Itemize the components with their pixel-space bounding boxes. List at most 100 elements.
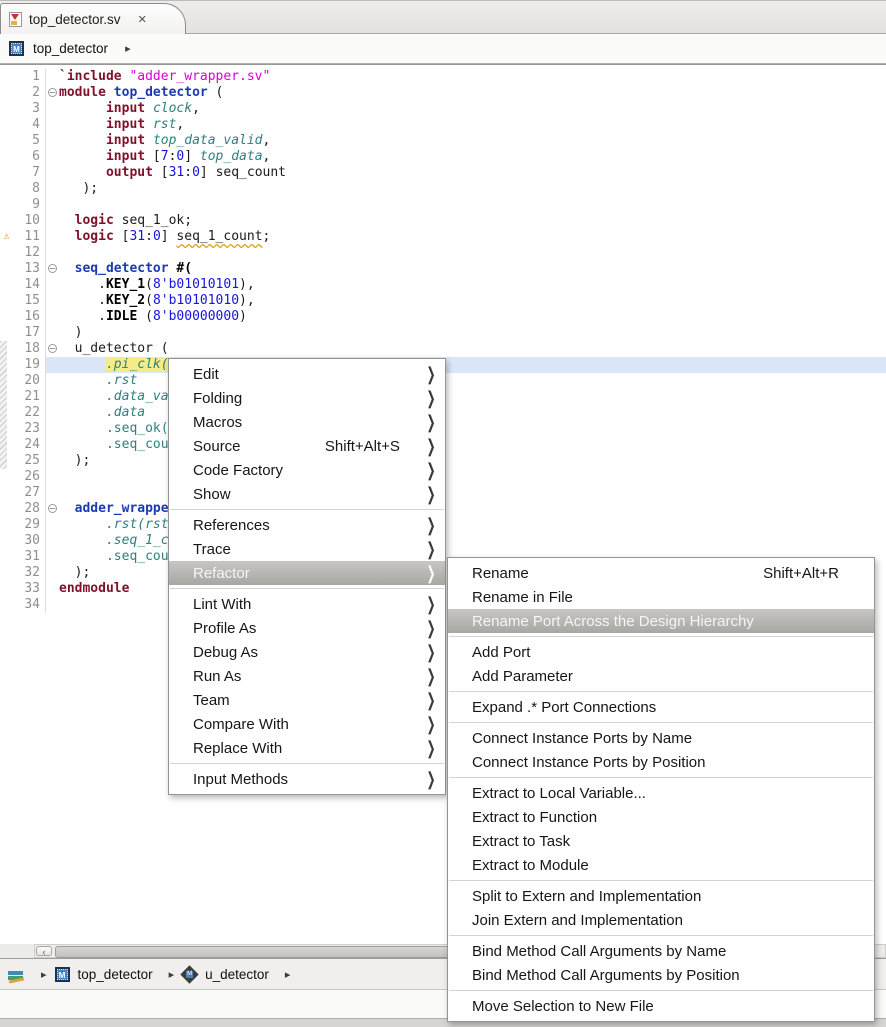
menu-item-rename[interactable]: RenameShift+Alt+R [448,561,874,585]
breadcrumb-item-top-detector[interactable]: top_detector [78,967,153,982]
code-line[interactable]: 10 logic seq_1_ok; [0,213,886,229]
code-line[interactable]: 6 input [7:0] top_data, [0,149,886,165]
tab-close-icon[interactable]: ✕ [138,13,147,26]
menu-item-bind-method-call-arguments-by-name[interactable]: Bind Method Call Arguments by Name [448,939,874,963]
menu-item-replace-with[interactable]: Replace With❯ [169,736,445,760]
submenu-arrow-icon: ❯ [426,436,435,457]
menu-item-extract-to-local-variable[interactable]: Extract to Local Variable... [448,781,874,805]
menu-item-split-to-extern-and-implementation[interactable]: Split to Extern and Implementation [448,884,874,908]
menu-item-code-factory[interactable]: Code Factory❯ [169,458,445,482]
code-text[interactable]: ) [59,325,886,341]
code-line[interactable]: 7 output [31:0] seq_count [0,165,886,181]
menu-item-show[interactable]: Show❯ [169,482,445,506]
context-menu: Edit❯Folding❯Macros❯SourceShift+Alt+S❯Co… [168,358,446,795]
code-line[interactable]: 18– u_detector ( [0,341,886,357]
code-text[interactable]: ); [59,181,886,197]
menu-item-edit[interactable]: Edit❯ [169,362,445,386]
fold-gutter [45,453,59,469]
code-line[interactable]: 16 .IDLE (8'b00000000) [0,309,886,325]
code-line[interactable]: 9 [0,197,886,213]
menu-item-extract-to-task[interactable]: Extract to Task [448,829,874,853]
menu-item-extract-to-function[interactable]: Extract to Function [448,805,874,829]
code-text[interactable] [59,245,886,261]
code-line[interactable]: 14 .KEY_1(8'b01010101), [0,277,886,293]
code-text[interactable]: input clock, [59,101,886,117]
menu-item-join-extern-and-implementation[interactable]: Join Extern and Implementation [448,908,874,932]
menu-item-folding[interactable]: Folding❯ [169,386,445,410]
menu-item-bind-method-call-arguments-by-position[interactable]: Bind Method Call Arguments by Position [448,963,874,987]
menu-item-run-as[interactable]: Run As❯ [169,664,445,688]
code-line[interactable]: 4 input rst, [0,117,886,133]
code-line[interactable]: 1`include "adder_wrapper.sv" [0,69,886,85]
menu-item-trace[interactable]: Trace❯ [169,537,445,561]
menu-item-input-methods[interactable]: Input Methods❯ [169,767,445,791]
code-token: seq_detector [75,261,169,276]
menu-item-rename-port-across-the-design-hierarchy[interactable]: Rename Port Across the Design Hierarchy [448,609,874,633]
menu-item-refactor[interactable]: Refactor❯ [169,561,445,585]
code-text[interactable]: input top_data_valid, [59,133,886,149]
code-text[interactable]: logic seq_1_ok; [59,213,886,229]
code-text[interactable]: u_detector ( [59,341,886,357]
code-line[interactable]: 2–module top_detector ( [0,85,886,101]
code-token: logic [75,229,114,244]
line-number: 3 [13,101,45,117]
code-text[interactable]: module top_detector ( [59,85,886,101]
menu-separator [170,509,444,510]
menu-item-extract-to-module[interactable]: Extract to Module [448,853,874,877]
menu-item-connect-instance-ports-by-position[interactable]: Connect Instance Ports by Position [448,750,874,774]
code-token: 7 [161,149,169,164]
fold-collapse-icon[interactable]: – [48,264,57,273]
code-line[interactable]: 15 .KEY_2(8'b10101010), [0,293,886,309]
menu-item-macros[interactable]: Macros❯ [169,410,445,434]
fold-collapse-icon[interactable]: – [48,344,57,353]
menu-item-move-selection-to-new-file[interactable]: Move Selection to New File [448,994,874,1018]
fold-collapse-icon[interactable]: – [48,504,57,513]
code-token [59,149,106,164]
code-line[interactable]: 3 input clock, [0,101,886,117]
menu-item-team[interactable]: Team❯ [169,688,445,712]
breadcrumb-module-name[interactable]: top_detector [33,41,108,56]
breadcrumb-item-u-detector[interactable]: u_detector [205,967,269,982]
menu-item-compare-with[interactable]: Compare With❯ [169,712,445,736]
menu-item-rename-in-file[interactable]: Rename in File [448,585,874,609]
code-text[interactable]: .KEY_2(8'b10101010), [59,293,886,309]
code-text[interactable]: input rst, [59,117,886,133]
breadcrumb-arrow-icon[interactable]: ▸ [41,968,47,981]
code-token [145,133,153,148]
annotation-gutter [0,101,13,117]
code-text[interactable]: seq_detector #( [59,261,886,277]
breadcrumb-arrow-icon[interactable]: ▸ [169,968,175,981]
scroll-left-button[interactable]: ‹ [36,946,52,956]
code-line[interactable]: 12 [0,245,886,261]
code-text[interactable]: input [7:0] top_data, [59,149,886,165]
menu-item-source[interactable]: SourceShift+Alt+S❯ [169,434,445,458]
fold-gutter [45,309,59,325]
line-number: 26 [13,469,45,485]
menu-item-debug-as[interactable]: Debug As❯ [169,640,445,664]
code-token [59,421,106,436]
editor-tab[interactable]: top_detector.sv ✕ [0,3,186,35]
code-text[interactable]: output [31:0] seq_count [59,165,886,181]
code-text[interactable]: `include "adder_wrapper.sv" [59,69,886,85]
code-text[interactable]: logic [31:0] seq_1_count; [59,229,886,245]
fold-gutter: – [45,341,59,357]
breadcrumb-expand-arrow-icon[interactable]: ▸ [125,42,131,55]
code-text[interactable]: .IDLE (8'b00000000) [59,309,886,325]
code-line[interactable]: ⚠11 logic [31:0] seq_1_count; [0,229,886,245]
code-text[interactable]: .KEY_1(8'b01010101), [59,277,886,293]
menu-item-add-port[interactable]: Add Port [448,640,874,664]
menu-item-expand-port-connections[interactable]: Expand .* Port Connections [448,695,874,719]
code-text[interactable] [59,197,886,213]
code-line[interactable]: 13– seq_detector #( [0,261,886,277]
code-line[interactable]: 17 ) [0,325,886,341]
menu-item-add-parameter[interactable]: Add Parameter [448,664,874,688]
fold-collapse-icon[interactable]: – [48,88,57,97]
code-line[interactable]: 5 input top_data_valid, [0,133,886,149]
fold-gutter [45,373,59,389]
menu-item-references[interactable]: References❯ [169,513,445,537]
breadcrumb-arrow-icon[interactable]: ▸ [285,968,291,981]
menu-item-lint-with[interactable]: Lint With❯ [169,592,445,616]
menu-item-connect-instance-ports-by-name[interactable]: Connect Instance Ports by Name [448,726,874,750]
code-line[interactable]: 8 ); [0,181,886,197]
menu-item-profile-as[interactable]: Profile As❯ [169,616,445,640]
